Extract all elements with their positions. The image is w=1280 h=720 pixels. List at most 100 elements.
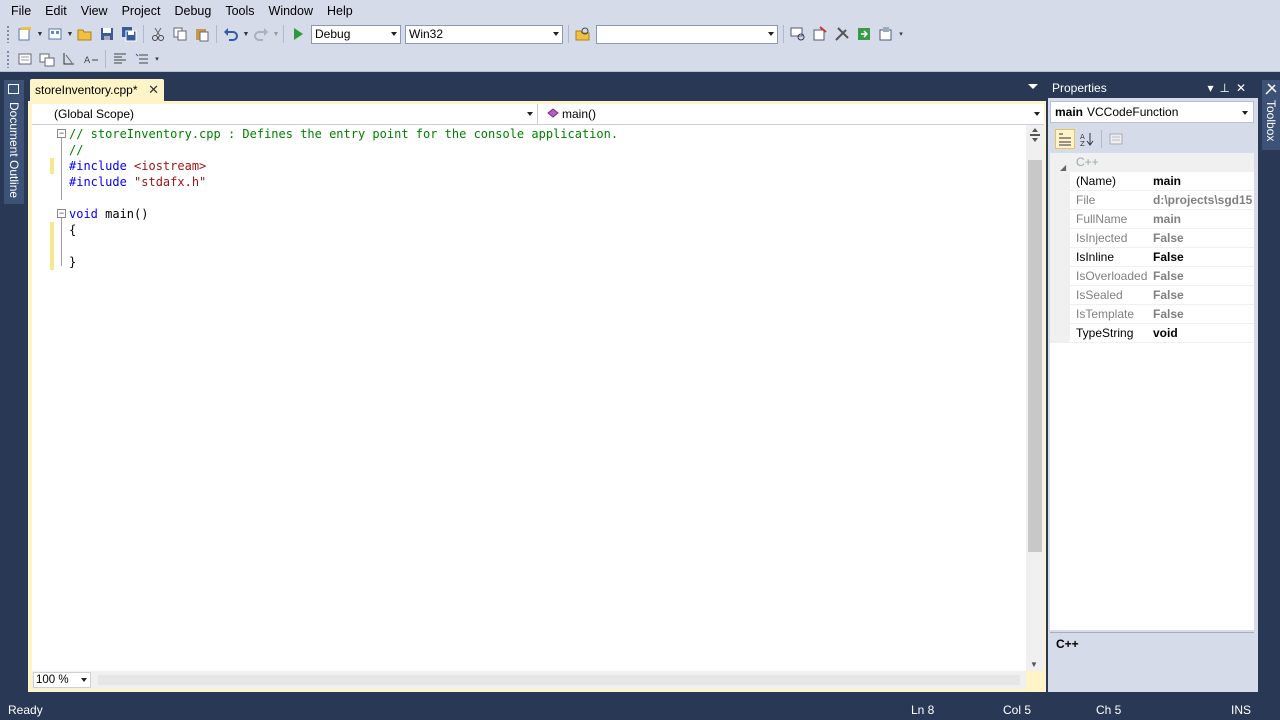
open-file-icon[interactable] [75, 24, 95, 44]
add-item-dropdown-icon[interactable]: ▼ [66, 31, 74, 38]
menu-help[interactable]: Help [320, 0, 360, 22]
property-value[interactable]: main [1153, 210, 1253, 229]
property-value[interactable]: d:\projects\sgd151 [1153, 191, 1253, 210]
code-line[interactable]: } [69, 254, 76, 270]
property-value[interactable]: main [1153, 172, 1253, 191]
row-margin [1050, 324, 1070, 343]
extension-manager-icon[interactable] [876, 24, 896, 44]
redo-icon[interactable] [251, 24, 271, 44]
solution-config-combo[interactable]: Debug [311, 24, 401, 44]
scrollbar-thumb[interactable] [1028, 160, 1042, 552]
save-icon[interactable] [97, 24, 117, 44]
find-in-files-icon[interactable] [573, 24, 593, 44]
code-line[interactable]: // storeInventory.cpp : Defines the entr… [69, 126, 618, 142]
property-row[interactable]: FullName main [1050, 210, 1254, 229]
horizontal-scrollbar[interactable] [98, 675, 1020, 685]
new-project-dropdown-icon[interactable]: ▼ [36, 31, 44, 38]
pin-icon[interactable]: ⊥ [1219, 81, 1235, 95]
property-row[interactable]: IsSealed False [1050, 286, 1254, 305]
add-item-icon[interactable] [45, 24, 65, 44]
menu-debug[interactable]: Debug [167, 0, 218, 22]
toolbar-separator [783, 25, 784, 43]
comment-lines-icon[interactable] [110, 49, 130, 69]
complete-word-icon[interactable]: A [81, 49, 101, 69]
code-token: #include [69, 159, 127, 173]
toolbar-grip[interactable] [6, 25, 10, 43]
new-project-icon[interactable] [15, 24, 35, 44]
find-combo[interactable] [596, 24, 778, 44]
menu-edit[interactable]: Edit [38, 0, 74, 22]
toolbox-tab[interactable]: Toolbox [1262, 80, 1280, 150]
property-name: IsInline [1076, 250, 1115, 264]
solution-explorer-icon[interactable] [788, 24, 808, 44]
quick-info-icon[interactable] [59, 49, 79, 69]
code-line[interactable]: #include "stdafx.h" [69, 174, 206, 190]
row-margin [1050, 210, 1070, 229]
property-value[interactable]: False [1153, 229, 1253, 248]
toolbar-separator [568, 25, 569, 43]
redo-dropdown-icon[interactable]: ▼ [272, 31, 280, 38]
menu-project[interactable]: Project [115, 0, 168, 22]
document-outline-tab[interactable]: Document Outline [4, 80, 24, 204]
save-all-icon[interactable] [119, 24, 139, 44]
solution-platform-combo[interactable]: Win32 [405, 24, 563, 44]
function-icon [547, 108, 559, 118]
property-category[interactable]: ◢ C++ [1050, 153, 1254, 172]
code-line[interactable]: void main() [69, 206, 148, 222]
menu-view[interactable]: View [74, 0, 115, 22]
properties-window-icon[interactable] [810, 24, 830, 44]
tab-list-dropdown-icon[interactable] [1028, 84, 1038, 89]
property-category-label: C++ [1076, 155, 1099, 169]
copy-icon[interactable] [170, 24, 190, 44]
code-line[interactable]: #include <iostream> [69, 158, 206, 174]
property-row[interactable]: IsInline False [1050, 248, 1254, 267]
property-row[interactable]: File d:\projects\sgd151 [1050, 191, 1254, 210]
property-row[interactable]: TypeString void [1050, 324, 1254, 343]
start-debugging-icon[interactable] [288, 24, 308, 44]
properties-object-combo[interactable]: main VCCodeFunction [1050, 101, 1254, 123]
property-row[interactable]: IsOverloaded False [1050, 267, 1254, 286]
code-line[interactable]: // [69, 142, 83, 158]
menu-file[interactable]: File [4, 0, 38, 22]
uncomment-lines-icon[interactable] [132, 49, 152, 69]
scroll-down-icon[interactable]: ▼ [1030, 660, 1038, 669]
member-combo[interactable]: main() [538, 104, 1044, 124]
close-icon[interactable]: ✕ [148, 82, 159, 98]
toolbar-options-icon[interactable]: ▾ [897, 30, 905, 38]
menu-window[interactable]: Window [262, 0, 320, 22]
chevron-down-icon [527, 112, 533, 116]
property-value[interactable]: False [1153, 248, 1253, 267]
toolbox-icon[interactable] [832, 24, 852, 44]
toolbar-options-icon[interactable]: ▾ [153, 55, 161, 63]
property-value[interactable]: False [1153, 305, 1253, 324]
collapse-icon[interactable]: − [57, 129, 66, 138]
property-value[interactable]: False [1153, 267, 1253, 286]
property-row[interactable]: (Name) main [1050, 172, 1254, 191]
parameter-info-icon[interactable] [37, 49, 57, 69]
categorized-icon[interactable] [1055, 129, 1075, 149]
sort-alphabetical-icon[interactable]: AZ [1077, 129, 1097, 149]
property-pages-icon[interactable] [1106, 129, 1126, 149]
cut-icon[interactable] [148, 24, 168, 44]
property-name: IsOverloaded [1076, 269, 1148, 283]
close-icon[interactable]: ✕ [1236, 81, 1252, 95]
code-editor[interactable] [32, 125, 1026, 671]
property-value[interactable]: void [1153, 324, 1253, 343]
display-object-member-list-icon[interactable] [15, 49, 35, 69]
zoom-combo[interactable]: 100 % [33, 672, 91, 688]
collapse-icon[interactable]: − [57, 209, 66, 218]
split-window-icon[interactable] [1029, 128, 1041, 142]
property-value[interactable]: False [1153, 286, 1253, 305]
scope-combo[interactable]: (Global Scope) [32, 104, 538, 124]
start-page-icon[interactable] [854, 24, 874, 44]
window-position-icon[interactable]: ▾ [1207, 81, 1219, 95]
property-row[interactable]: IsInjected False [1050, 229, 1254, 248]
code-line[interactable]: { [69, 222, 76, 238]
paste-icon[interactable] [192, 24, 212, 44]
undo-dropdown-icon[interactable]: ▼ [242, 31, 250, 38]
toolbar-grip[interactable] [6, 49, 10, 68]
menu-tools[interactable]: Tools [218, 0, 261, 22]
tab-storeinventory-cpp[interactable]: storeInventory.cpp* ✕ [30, 79, 164, 101]
property-row[interactable]: IsTemplate False [1050, 305, 1254, 324]
undo-icon[interactable] [221, 24, 241, 44]
